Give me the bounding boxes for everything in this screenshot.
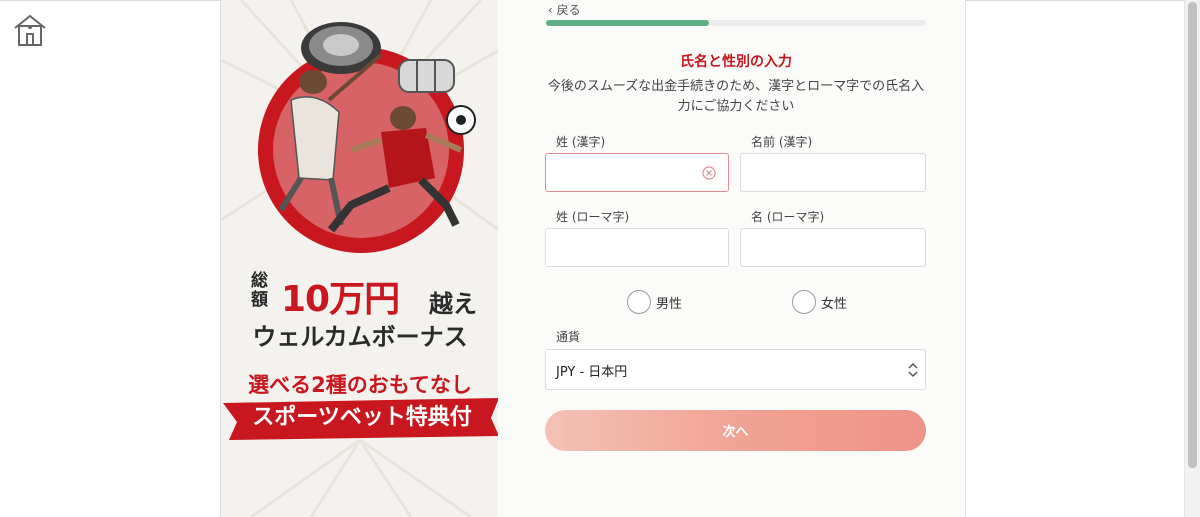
promo-illustration <box>221 0 499 517</box>
promo-total-label: 総額 <box>251 271 268 310</box>
female-label: 女性 <box>821 296 848 312</box>
promo-over: 越え <box>429 290 477 318</box>
promo-welcome: ウェルカムボーナス <box>252 323 468 351</box>
last-name-roman-input[interactable] <box>546 229 716 266</box>
male-radio-circle[interactable] <box>627 290 651 314</box>
female-radio-circle[interactable] <box>792 290 816 314</box>
first-name-roman-input[interactable] <box>741 229 911 266</box>
last-name-kanji-input[interactable] <box>546 154 716 191</box>
clear-icon[interactable] <box>702 166 716 180</box>
scrollbar[interactable] <box>1184 0 1200 517</box>
currency-select[interactable]: JPY - 日本円 <box>545 349 926 390</box>
promo-sports-banner: スポーツベット特典付 <box>223 398 499 438</box>
back-link[interactable]: ‹ 戻る <box>548 1 581 18</box>
last-name-roman-label: 姓 (ローマ字) <box>556 210 630 224</box>
promo-amount: 10万円 <box>281 279 400 320</box>
home-icon[interactable] <box>12 12 48 48</box>
first-name-kanji-input[interactable] <box>741 154 911 191</box>
gender-female-radio[interactable]: 女性 <box>792 290 847 314</box>
first-name-roman-label: 名 (ローマ字) <box>751 210 825 224</box>
promo-headline: 総額 10万円 越え <box>251 271 491 321</box>
last-name-roman-field[interactable] <box>545 228 729 267</box>
next-button[interactable]: 次へ <box>545 410 926 451</box>
chevron-left-icon: ‹ <box>548 3 553 17</box>
back-label: 戻る <box>556 3 581 17</box>
promo-choose: 選べる2種のおもてなし <box>248 373 472 397</box>
last-name-kanji-field[interactable] <box>545 153 729 192</box>
progress-bar <box>546 20 926 26</box>
progress-fill <box>546 20 710 26</box>
first-name-roman-field[interactable] <box>740 228 926 267</box>
form-title: 氏名と性別の入力 <box>680 54 792 70</box>
form-description: 今後のスムーズな出金手続きのため、漢字とローマ字での氏名入力にご協力ください <box>547 79 925 114</box>
first-name-kanji-field[interactable] <box>740 153 926 192</box>
scrollbar-thumb[interactable] <box>1188 2 1197 468</box>
promo-sports-text: スポーツベット特典付 <box>252 405 472 430</box>
promo-banner: 総額 10万円 越え ウェルカムボーナス 選べる2種のおもてなし スポーツベット… <box>220 0 499 517</box>
currency-label: 通貨 <box>556 330 581 344</box>
last-name-kanji-label: 姓 (漢字) <box>556 135 606 149</box>
select-arrows-icon <box>908 362 918 378</box>
male-label: 男性 <box>656 296 683 312</box>
gender-male-radio[interactable]: 男性 <box>627 290 682 314</box>
first-name-kanji-label: 名前 (漢字) <box>751 135 813 149</box>
currency-value: JPY - 日本円 <box>556 365 628 380</box>
